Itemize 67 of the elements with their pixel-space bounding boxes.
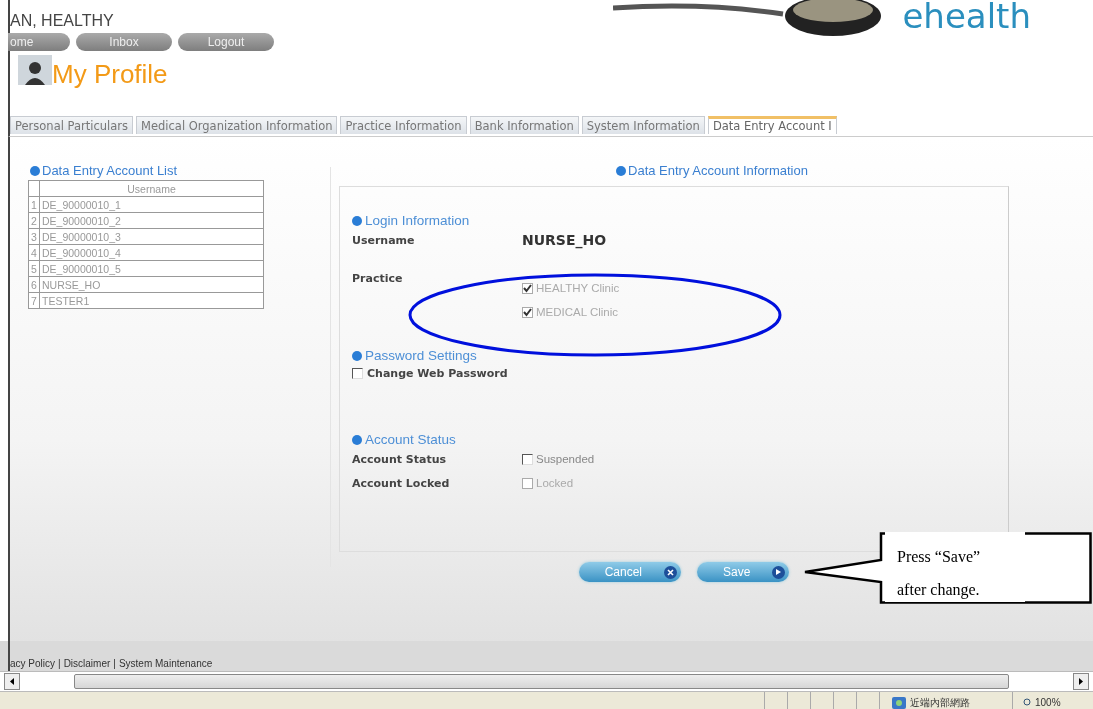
scroll-right-button[interactable] <box>1073 673 1089 690</box>
caret-right-icon <box>1079 678 1083 685</box>
table-cell[interactable]: DE_90000010_3 <box>39 228 264 245</box>
footer-link[interactable]: acy Policy <box>10 658 55 669</box>
globe-icon <box>892 696 906 709</box>
bullet-icon <box>30 165 40 176</box>
field-label: Account Status <box>352 452 448 468</box>
tab[interactable]: Practice Information <box>340 116 467 134</box>
table-cell[interactable]: DE_90000010_5 <box>39 260 264 277</box>
field-label: Username <box>352 233 416 249</box>
footer-link[interactable]: System Maintenance <box>118 658 213 669</box>
tab[interactable]: Personal Particulars <box>10 116 133 134</box>
magnifier-icon <box>1023 698 1032 707</box>
bullet-icon <box>352 215 362 226</box>
separator-text: | <box>113 658 116 669</box>
user-name: AN, HEALTHY <box>10 11 114 30</box>
footer-link[interactable]: Disclaimer <box>63 658 111 669</box>
field-value: NURSE_HO <box>522 232 607 251</box>
checkbox-label: MEDICAL Clinic <box>536 306 618 318</box>
scroll-left-button[interactable] <box>4 673 20 690</box>
save-button[interactable]: Save <box>697 562 790 582</box>
table-cell[interactable]: TESTER1 <box>39 292 264 309</box>
scrollbar-thumb[interactable] <box>74 674 1009 689</box>
callout-text: Press “Save” after change. <box>885 532 1025 602</box>
checkbox-label: HEALTHY Clinic <box>536 282 620 294</box>
row-number: 1 <box>28 196 40 213</box>
zone-text: 近端內部網路 <box>910 695 970 709</box>
table-cell[interactable]: DE_90000010_2 <box>39 212 264 229</box>
tab[interactable]: Medical Organization Information <box>136 116 338 134</box>
zoom-button[interactable]: 100% <box>1012 692 1093 709</box>
bullet-icon <box>352 434 362 445</box>
caret-left-icon <box>10 678 14 685</box>
checkbox[interactable] <box>352 368 363 379</box>
page-title: My Profile <box>52 59 168 89</box>
row-number: 5 <box>28 260 40 277</box>
field-label: Practice <box>352 271 404 287</box>
checkbox-label: Change Web Password <box>367 367 508 380</box>
row-number: 4 <box>28 244 40 261</box>
nav-button[interactable]: Inbox <box>76 33 172 51</box>
checkbox-label: Locked <box>536 477 574 489</box>
tab[interactable]: Bank Information <box>469 116 579 134</box>
checkbox[interactable] <box>522 453 533 465</box>
play-icon <box>772 565 786 579</box>
close-icon <box>664 565 677 579</box>
row-number: 2 <box>28 212 40 229</box>
table-cell[interactable]: DE_90000010_1 <box>39 196 264 213</box>
bullet-icon <box>352 350 362 361</box>
tab[interactable]: Data Entry Account I <box>707 116 837 134</box>
column-header: Username <box>39 180 264 197</box>
section-heading: Login Information <box>365 213 470 228</box>
row-number: 6 <box>28 276 40 293</box>
table-cell[interactable]: DE_90000010_4 <box>39 244 264 261</box>
section-heading: Account Status <box>365 432 456 447</box>
nav-button[interactable]: ome <box>8 33 70 51</box>
section-heading: Password Settings <box>365 348 477 363</box>
field-label: Account Locked <box>352 476 451 492</box>
cancel-button[interactable]: Cancel <box>578 562 681 582</box>
row-number: 3 <box>28 228 40 245</box>
separator-text: | <box>58 658 61 669</box>
row-number: 7 <box>28 292 40 309</box>
section-title: Data Entry Account List <box>42 163 178 178</box>
tab[interactable]: System Information <box>581 116 705 134</box>
checkbox-label: Suspended <box>536 453 595 465</box>
section-title: Data Entry Account Information <box>628 163 808 178</box>
table-cell[interactable]: NURSE_HO <box>39 276 264 293</box>
bullet-icon <box>616 165 627 176</box>
nav-button[interactable]: Logout <box>178 33 274 51</box>
